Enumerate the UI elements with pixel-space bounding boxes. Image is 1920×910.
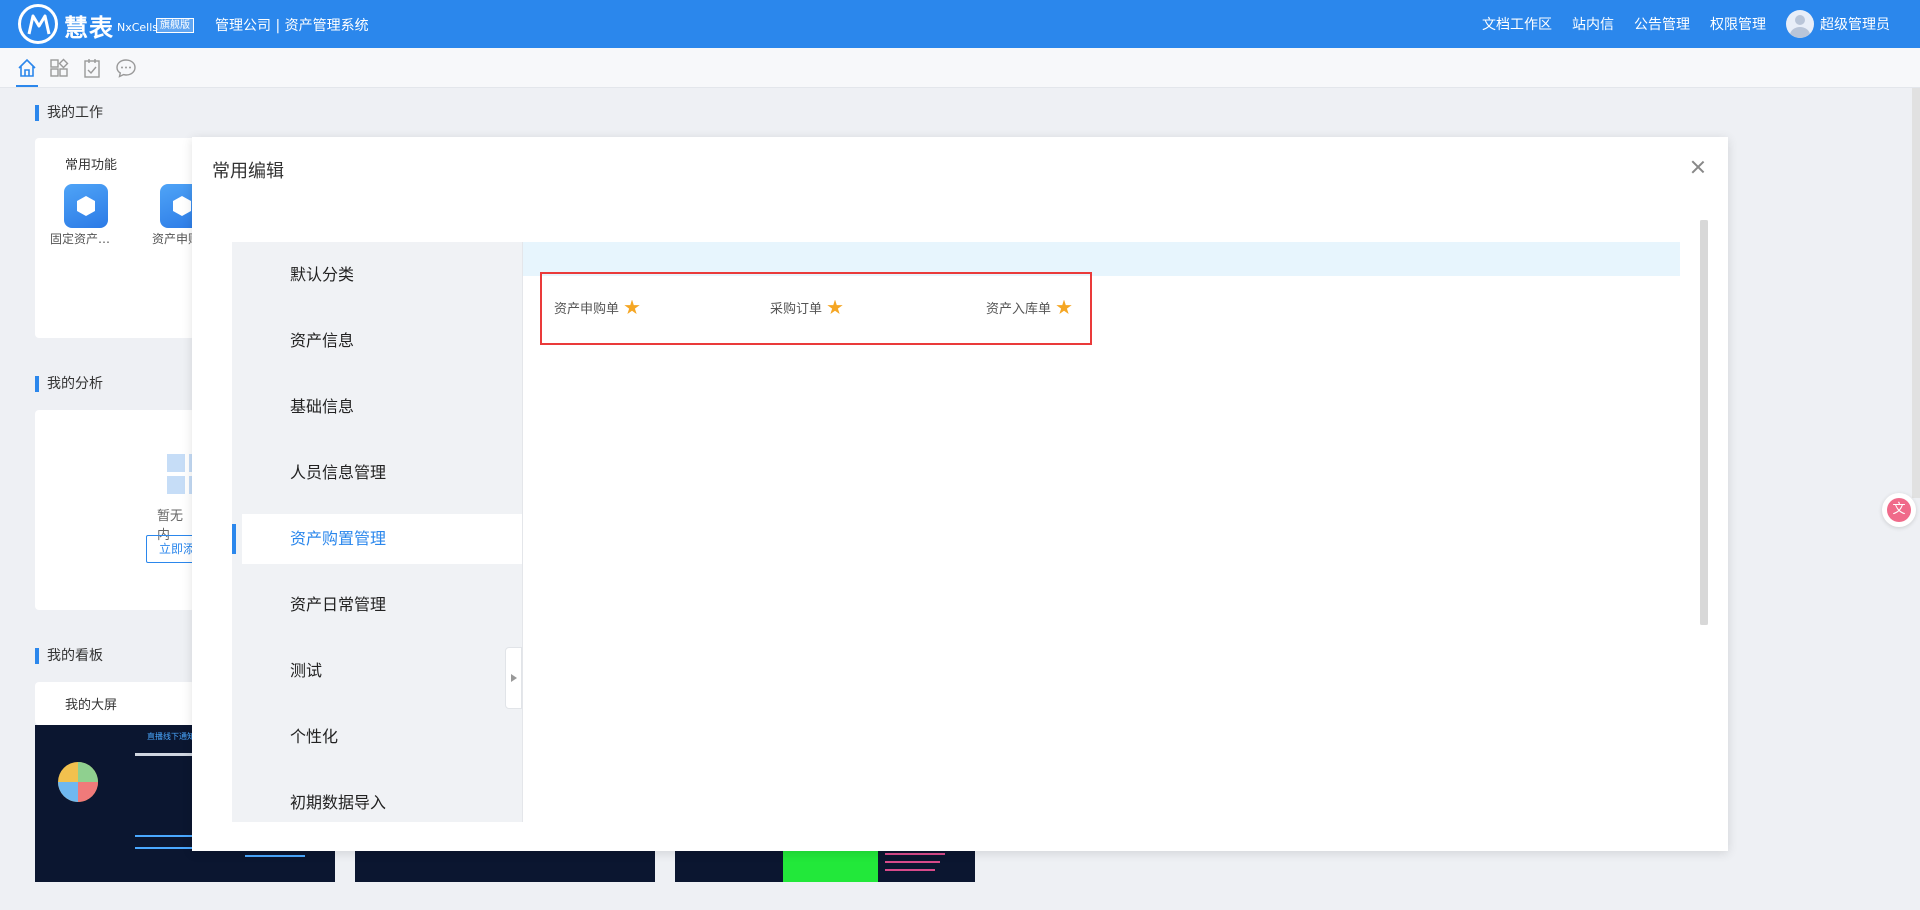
panel-divider [522, 242, 523, 822]
task-check-icon[interactable] [81, 57, 103, 79]
category-personalization[interactable]: 个性化 [232, 712, 522, 762]
brand-subname: NxCells [117, 21, 159, 34]
logo-icon[interactable] [18, 4, 58, 44]
collapse-handle[interactable] [505, 647, 522, 709]
category-initial-import[interactable]: 初期数据导入 [232, 778, 522, 822]
fixed-asset-app-label: 固定资产… [50, 232, 111, 246]
user-name: 超级管理员 [1820, 17, 1890, 33]
section-my-board: 我的看板 [35, 648, 103, 664]
category-panel: 默认分类 资产信息 基础信息 人员信息管理 资产购置管理 资产日常管理 测试 个… [232, 242, 522, 822]
star-icon[interactable] [624, 299, 640, 315]
section-my-analysis: 我的分析 [35, 376, 103, 392]
brand-name: 慧表 [64, 14, 114, 42]
content-scrollbar[interactable] [1700, 220, 1708, 625]
category-asset-info[interactable]: 资产信息 [232, 316, 522, 366]
function-asset-stockin[interactable]: 资产入库单 [986, 298, 1072, 317]
top-nav: 文档工作区 站内信 公告管理 权限管理 超级管理员 [1462, 0, 1890, 48]
translate-button[interactable]: 文 [1882, 493, 1916, 527]
common-functions-card: 常用功能 固定资产… 资产申购 [35, 138, 204, 338]
category-test[interactable]: 测试 [232, 646, 522, 696]
content-header-bar [523, 242, 1680, 276]
star-icon[interactable] [827, 299, 843, 315]
section-my-work: 我的工作 [35, 105, 103, 121]
nav-messages[interactable]: 站内信 [1572, 14, 1614, 34]
function-list: 资产申购单 采购订单 资产入库单 [540, 272, 1092, 345]
nav-permissions[interactable]: 权限管理 [1710, 14, 1766, 34]
function-label: 采购订单 [770, 302, 823, 317]
nav-announcements[interactable]: 公告管理 [1634, 14, 1690, 34]
company-system-title: 管理公司 | 资产管理系统 [215, 18, 369, 34]
close-icon[interactable] [1688, 157, 1708, 177]
translate-icon: 文 [1887, 498, 1911, 522]
apps-icon[interactable] [48, 57, 70, 79]
page-scrollbar[interactable] [1912, 88, 1920, 498]
category-asset-acquisition[interactable]: 资产购置管理 [232, 514, 522, 564]
modal-title: 常用编辑 [212, 161, 284, 182]
function-asset-requisition[interactable]: 资产申购单 [554, 298, 640, 317]
fixed-asset-app-icon[interactable] [64, 184, 108, 228]
category-personnel[interactable]: 人员信息管理 [232, 448, 522, 498]
user-menu[interactable]: 超级管理员 [1786, 10, 1890, 38]
sub-toolbar [0, 48, 1920, 88]
my-screen-label: 我的大屏 [65, 698, 118, 713]
function-label: 资产入库单 [986, 302, 1052, 317]
star-icon[interactable] [1056, 299, 1072, 315]
category-asset-daily[interactable]: 资产日常管理 [232, 580, 522, 630]
category-basic-info[interactable]: 基础信息 [232, 382, 522, 432]
avatar [1786, 10, 1814, 38]
home-icon[interactable] [16, 57, 38, 87]
common-functions-label: 常用功能 [65, 158, 118, 173]
thumbnail-title: 直播线下通知 [147, 732, 195, 741]
common-edit-modal: 常用编辑 默认分类 资产信息 基础信息 人员信息管理 资产购置管理 资产日常管理… [192, 137, 1728, 851]
edition-badge: 旗舰版 [156, 18, 194, 33]
function-purchase-order[interactable]: 采购订单 [770, 298, 843, 317]
analysis-card: 暂无内 立即添 [35, 410, 216, 610]
screen-card: 我的大屏 [35, 682, 195, 725]
nav-doc-workspace[interactable]: 文档工作区 [1482, 14, 1552, 34]
function-label: 资产申购单 [554, 302, 620, 317]
chat-icon[interactable] [115, 57, 137, 79]
top-bar: 慧表 NxCells 旗舰版 管理公司 | 资产管理系统 文档工作区 站内信 公… [0, 0, 1920, 48]
category-default[interactable]: 默认分类 [232, 250, 522, 300]
